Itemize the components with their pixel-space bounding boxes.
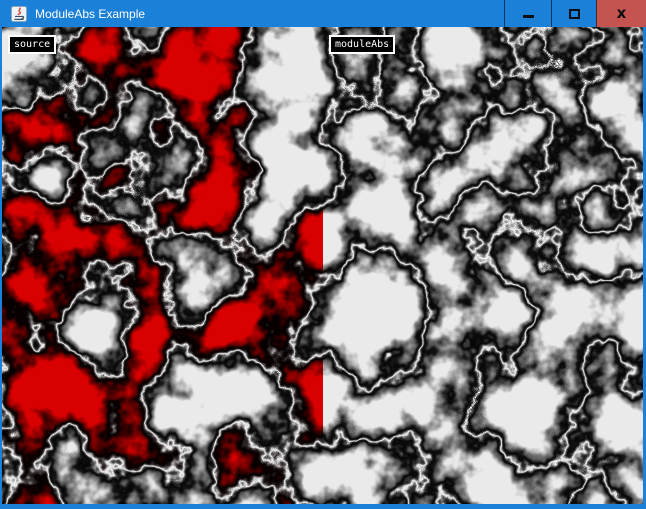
canvas-area: source moduleAbs — [2, 27, 643, 504]
java-app-icon[interactable] — [11, 6, 27, 22]
window-title: ModuleAbs Example — [35, 7, 504, 21]
source-label: source — [8, 35, 56, 54]
app-window: ModuleAbs Example x — [0, 0, 646, 509]
close-icon: x — [617, 6, 627, 21]
moduleabs-panel: moduleAbs — [323, 27, 643, 504]
close-button[interactable]: x — [596, 0, 646, 27]
minimize-button[interactable] — [504, 0, 551, 27]
source-texture — [2, 27, 323, 504]
maximize-icon — [569, 9, 580, 19]
moduleabs-label: moduleAbs — [329, 35, 395, 54]
minimize-icon — [523, 15, 534, 18]
moduleabs-texture — [323, 27, 643, 504]
source-panel: source — [2, 27, 323, 504]
window-controls: x — [504, 0, 646, 27]
maximize-button[interactable] — [551, 0, 596, 27]
titlebar[interactable]: ModuleAbs Example x — [0, 0, 646, 27]
